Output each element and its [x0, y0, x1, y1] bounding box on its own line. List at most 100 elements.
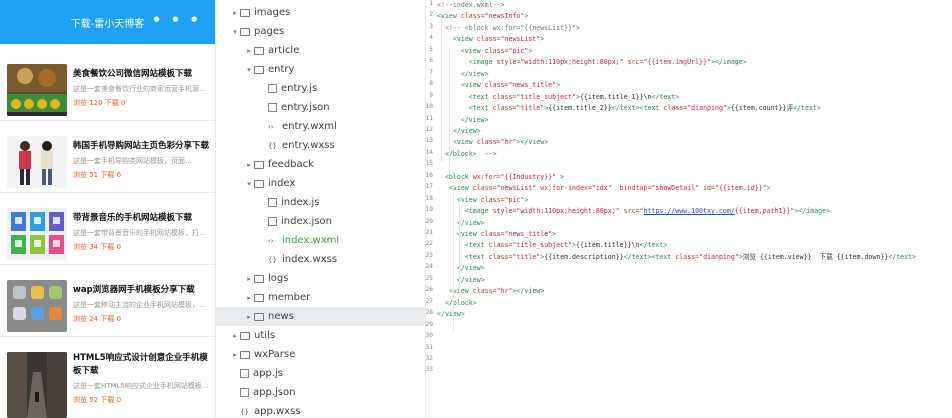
chevron-right-icon[interactable]: ▸ — [244, 47, 254, 55]
line-number: 9 — [429, 91, 433, 99]
chevron-right-icon[interactable]: ▸ — [230, 332, 240, 340]
code-line[interactable]: <image style="width:110px;height:80px;" … — [437, 57, 747, 68]
line-number: 10 — [425, 103, 433, 111]
code-line[interactable]: <text class="title_subject">{{item.title… — [437, 92, 679, 103]
line-number: 26 — [425, 286, 433, 294]
list-item[interactable]: 带背景音乐的手机网站模板下载 这是一套带背景音乐的手机网站模板，打开... 浏览… — [0, 188, 215, 260]
file-icon — [240, 388, 249, 397]
tree-item-entry-wxml[interactable]: ‹› entry.wxml — [216, 117, 425, 136]
code-line[interactable]: <block wx:for="{{Industry}}" > — [437, 172, 564, 183]
item-stats: 浏览 24 下载 0 — [73, 315, 122, 323]
code-line[interactable]: <text class="title_subject">{{item.title… — [437, 240, 668, 251]
tree-item-entry-js[interactable]: entry.js — [216, 79, 425, 98]
line-number: 5 — [429, 45, 433, 53]
more-menu-icon[interactable]: • • • — [152, 13, 201, 28]
code-line[interactable]: <view class="newsInfo"> — [437, 11, 528, 22]
tree-item-label: index.wxml — [282, 235, 340, 246]
list-item[interactable]: HTML5响应式设计创意企业手机模板下载 这是一套HTML5响应式企业手机网站模… — [0, 332, 215, 418]
code-line[interactable]: <!--index.wxml--> — [437, 0, 505, 11]
code-line[interactable]: <text class="title">{{item.description}}… — [437, 252, 916, 263]
code-line[interactable]: <!-- <block wx:for="{{newsList}}"> — [437, 23, 580, 34]
code-line[interactable]: </view> — [437, 126, 481, 137]
item-stats: 浏览 120 下载 0 — [73, 99, 126, 107]
code-line[interactable]: </block> --> — [437, 149, 497, 160]
tree-item-label: app.wxss — [254, 406, 301, 417]
code-line[interactable]: </view> — [437, 275, 485, 286]
tree-item-utils[interactable]: ▸ utils — [216, 326, 425, 345]
tree-item-label: news — [268, 311, 294, 322]
code-line[interactable]: </view> — [437, 115, 489, 126]
code-line[interactable]: <view class="news_title"> — [437, 80, 560, 91]
item-description: 这是一套美食餐饮行业的商家运营手机源网... — [73, 85, 209, 93]
tree-item-wxparse[interactable]: ▸ wxParse — [216, 345, 425, 364]
code-line[interactable]: </view> — [437, 263, 485, 274]
folder-icon — [240, 27, 250, 36]
tree-item-member[interactable]: ▸ member — [216, 288, 425, 307]
code-line[interactable]: </view> — [437, 218, 485, 229]
tree-item-entry-wxss[interactable]: {} entry.wxss — [216, 136, 425, 155]
tree-item-article[interactable]: ▸ article — [216, 41, 425, 60]
code-line[interactable]: </block> — [437, 298, 477, 309]
tree-item-label: article — [268, 45, 300, 56]
code-line[interactable]: <view class="pic"> — [437, 46, 533, 57]
style-file-icon: {} — [268, 141, 277, 150]
code-line[interactable]: <text class="title">{{item.title_2}}</te… — [437, 103, 821, 114]
code-editor[interactable]: 1 2 3 4 5 6 7 8 9 10 11 12 13 14 15 16 17 18 19 20 21 22 23 24 2… — [426, 0, 952, 418]
code-line[interactable]: </view> — [437, 309, 465, 320]
folder-icon — [254, 312, 264, 321]
tree-item-label: logs — [268, 273, 289, 284]
code-line[interactable]: <view class="news_title"> — [437, 229, 556, 240]
tree-item-label: entry.js — [281, 83, 318, 94]
tree-item-label: index — [268, 178, 296, 189]
item-description: 这是一套HTML5响应式企业手机网站模板... — [73, 382, 209, 390]
tree-item-app-json[interactable]: app.json — [216, 383, 425, 402]
code-line[interactable]: <view class="newsList" wx:for-index="idx… — [437, 183, 771, 194]
item-text: 带背景音乐的手机网站模板下载 这是一套带背景音乐的手机网站模板，打开... 浏览… — [73, 212, 209, 252]
tree-item-app-wxss[interactable]: {} app.wxss — [216, 402, 425, 418]
item-text: wap浏览器网手机模板分享下载 这是一套移动主流的企业手机网站模板，该模... … — [73, 284, 209, 324]
line-number: 31 — [425, 343, 433, 351]
tree-item-label: images — [254, 7, 291, 18]
list-item[interactable]: 美食餐饮公司微信网站模板下载 这是一套美食餐饮行业的商家运营手机源网... 浏览… — [0, 44, 215, 116]
tree-item-logs[interactable]: ▸ logs — [216, 269, 425, 288]
tree-item-news[interactable]: ▸ news — [216, 307, 425, 326]
chevron-right-icon[interactable]: ▸ — [244, 313, 254, 321]
code-line[interactable]: <view class="newsList"> — [437, 34, 544, 45]
line-number: 17 — [425, 183, 433, 191]
code-line[interactable]: <image style="width:110px;height:80px;" … — [437, 206, 830, 217]
tree-item-index-json[interactable]: index.json — [216, 212, 425, 231]
chevron-right-icon[interactable]: ▸ — [244, 161, 254, 169]
code-line[interactable]: <view class="pic"> — [437, 195, 529, 206]
line-number: 11 — [425, 114, 433, 122]
tree-item-label: utils — [254, 330, 276, 341]
tree-item-pages[interactable]: ▾ pages — [216, 22, 425, 41]
folder-icon — [254, 160, 264, 169]
tree-item-index-wxml[interactable]: ‹› index.wxml — [216, 231, 425, 250]
tree-item-feedback[interactable]: ▸ feedback — [216, 155, 425, 174]
folder-icon — [254, 65, 264, 74]
tree-item-index-wxss[interactable]: {} index.wxss — [216, 250, 425, 269]
chevron-right-icon[interactable]: ▸ — [244, 275, 254, 283]
navigation-bar: 下载-雷小天博客 • • • — [0, 0, 215, 44]
tree-item-images[interactable]: ▸ images — [216, 3, 425, 22]
chevron-right-icon[interactable]: ▸ — [230, 351, 240, 359]
tree-item-index-js[interactable]: index.js — [216, 193, 425, 212]
indent-guide — [449, 48, 450, 174]
thumbnail-image — [7, 352, 67, 418]
chevron-right-icon[interactable]: ▸ — [230, 9, 240, 17]
list-item[interactable]: 韩国手机导购网站主页色彩分享下载 这是一套手机导购类网站模板，页面... 浏览 … — [0, 116, 215, 188]
folder-icon — [254, 46, 264, 55]
line-number: 20 — [425, 217, 433, 225]
tree-item-entry[interactable]: ▾ entry — [216, 60, 425, 79]
code-line[interactable]: </view> — [437, 69, 489, 80]
tree-item-entry-json[interactable]: entry.json — [216, 98, 425, 117]
tree-item-index[interactable]: ▾ index — [216, 174, 425, 193]
tree-item-app-js[interactable]: app.js — [216, 364, 425, 383]
list-item[interactable]: wap浏览器网手机模板分享下载 这是一套移动主流的企业手机网站模板，该模... … — [0, 260, 215, 332]
chevron-down-icon[interactable]: ▾ — [230, 28, 240, 36]
code-line[interactable]: <view class="hr"></view> — [437, 137, 548, 148]
chevron-down-icon[interactable]: ▾ — [244, 66, 254, 74]
chevron-down-icon[interactable]: ▾ — [244, 180, 254, 188]
chevron-right-icon[interactable]: ▸ — [244, 294, 254, 302]
item-title: HTML5响应式设计创意企业手机模板下载 — [73, 353, 208, 376]
